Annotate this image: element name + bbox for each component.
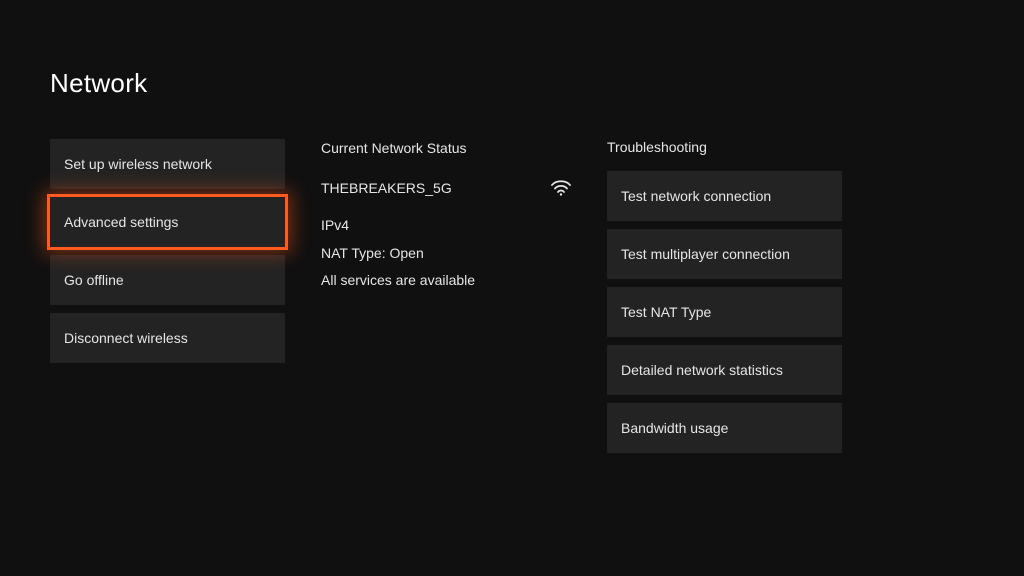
menu-item-label: Go offline xyxy=(64,272,124,288)
status-line-ipv4: IPv4 xyxy=(321,216,571,236)
troubleshooting-heading: Troubleshooting xyxy=(607,139,842,155)
status-line-services: All services are available xyxy=(321,271,571,291)
network-name: THEBREAKERS_5G xyxy=(321,179,452,199)
menu-item-label: Disconnect wireless xyxy=(64,330,188,346)
menu-setup-wireless[interactable]: Set up wireless network xyxy=(50,139,285,189)
menu-go-offline[interactable]: Go offline xyxy=(50,255,285,305)
menu-item-label: Test multiplayer connection xyxy=(621,246,790,262)
menu-item-label: Detailed network statistics xyxy=(621,362,783,378)
network-status: Current Network Status THEBREAKERS_5G IP… xyxy=(321,139,571,299)
bandwidth-usage[interactable]: Bandwidth usage xyxy=(607,403,842,453)
menu-disconnect-wireless[interactable]: Disconnect wireless xyxy=(50,313,285,363)
wifi-icon xyxy=(551,180,571,196)
menu-item-label: Set up wireless network xyxy=(64,156,212,172)
status-line-nat: NAT Type: Open xyxy=(321,244,571,264)
test-nat-type[interactable]: Test NAT Type xyxy=(607,287,842,337)
status-heading: Current Network Status xyxy=(321,139,571,159)
menu-advanced-settings[interactable]: Advanced settings xyxy=(50,197,285,247)
test-multiplayer-connection[interactable]: Test multiplayer connection xyxy=(607,229,842,279)
menu-item-label: Bandwidth usage xyxy=(621,420,728,436)
left-menu: Set up wireless network Advanced setting… xyxy=(50,139,285,363)
detailed-network-statistics[interactable]: Detailed network statistics xyxy=(607,345,842,395)
test-network-connection[interactable]: Test network connection xyxy=(607,171,842,221)
menu-item-label: Test network connection xyxy=(621,188,771,204)
menu-item-label: Advanced settings xyxy=(64,214,178,230)
troubleshooting: Troubleshooting Test network connection … xyxy=(607,139,842,461)
page-title: Network xyxy=(50,68,974,99)
menu-item-label: Test NAT Type xyxy=(621,304,711,320)
